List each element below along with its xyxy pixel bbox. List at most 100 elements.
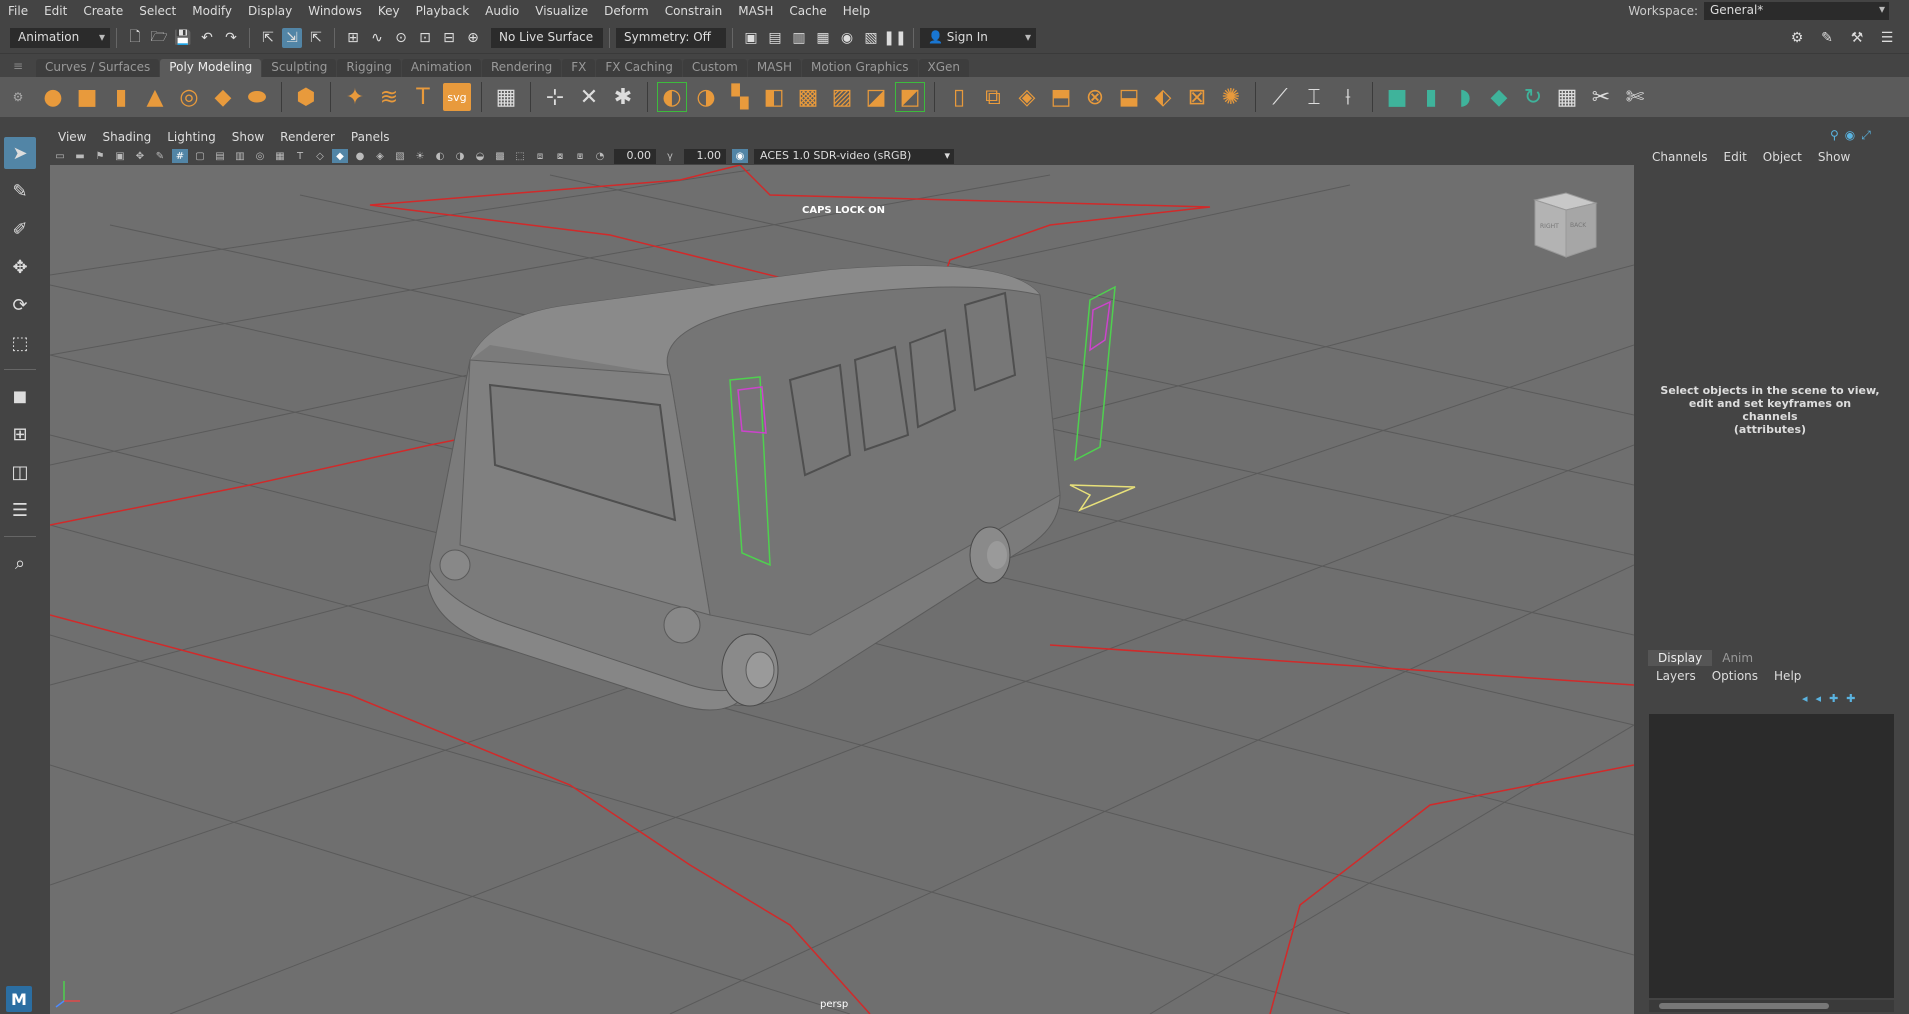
snap-surface-icon[interactable]: ⊟ [439,28,459,48]
resolution-gate-icon[interactable]: ▤ [212,149,228,163]
insert-edge-loop-icon[interactable]: ⌶ [1300,83,1328,111]
scrollbar-thumb[interactable] [1659,1003,1829,1009]
tab-poly-modeling[interactable]: Poly Modeling [160,59,262,77]
delete-history-icon[interactable]: ✕ [575,83,603,111]
menu-mash[interactable]: MASH [730,4,781,18]
move-layer-up-icon[interactable]: ◂ [1802,692,1808,705]
hypershade-icon[interactable]: ◉ [837,28,857,48]
snap-point-icon[interactable]: ⊙ [391,28,411,48]
menu-audio[interactable]: Audio [477,4,527,18]
menu-constrain[interactable]: Constrain [657,4,731,18]
menu-windows[interactable]: Windows [300,4,370,18]
reduce-icon[interactable]: ◪ [862,83,890,111]
wireframe-on-shaded-icon[interactable]: ◈ [372,149,388,163]
scale-tool-icon[interactable]: ⬚ [4,327,36,359]
menu-playback[interactable]: Playback [408,4,478,18]
poly-sphere-icon[interactable]: ● [39,83,67,111]
uv-automatic-icon[interactable]: ◆ [1485,83,1513,111]
uv-layout-icon[interactable]: ▦ [1553,83,1581,111]
layout-four-icon[interactable]: ⊞ [4,418,36,450]
separate-icon[interactable]: ◑ [692,83,720,111]
menu-key[interactable]: Key [370,4,408,18]
perspective-viewport[interactable]: RIGHT BACK CAPS LOCK ON persp [50,165,1634,1014]
gamma-field[interactable]: 1.00 [684,148,726,164]
menu-deform[interactable]: Deform [596,4,657,18]
tab-curves-surfaces[interactable]: Curves / Surfaces [36,59,160,77]
type-text-icon[interactable]: T [409,83,437,111]
tab-anim[interactable]: Anim [1712,650,1763,666]
safe-title-icon[interactable]: T [292,149,308,163]
tab-sculpting[interactable]: Sculpting [262,59,337,77]
paint-select-icon[interactable]: ✐ [4,213,36,245]
super-shape-icon[interactable]: ✦ [341,83,369,111]
channelbox-menu-channels[interactable]: Channels [1644,150,1716,164]
layer-scrollbar[interactable] [1649,1000,1894,1012]
ipr-render-icon[interactable]: ▥ [789,28,809,48]
xray-components-icon[interactable]: ⧆ [572,149,588,163]
tab-animation[interactable]: Animation [401,59,481,77]
gate-mask-icon[interactable]: ▥ [232,149,248,163]
shelf-options-icon[interactable]: ⚙ [0,90,36,104]
poly-cylinder-icon[interactable]: ▮ [107,83,135,111]
uv-planar-icon[interactable]: ■ [1383,83,1411,111]
center-pivot-icon[interactable]: ⊹ [541,83,569,111]
render-settings-icon[interactable]: ▦ [813,28,833,48]
select-object-icon[interactable]: ⇲ [282,27,302,48]
tab-fx-caching[interactable]: FX Caching [596,59,682,77]
gamma-icon[interactable]: γ [662,149,678,163]
workspace-dropdown[interactable]: General* [1704,2,1889,20]
mirror-icon[interactable]: ◧ [760,83,788,111]
xray-icon[interactable]: ⧈ [532,149,548,163]
wireframe-icon[interactable]: ◇ [312,149,328,163]
snap-view-icon[interactable]: ⊡ [415,28,435,48]
poly-disc-icon[interactable]: ⬬ [243,83,271,111]
film-gate-icon[interactable]: ▢ [192,149,208,163]
expand-icon[interactable]: ⤢ [1861,128,1871,143]
safe-action-icon[interactable]: ▦ [272,149,288,163]
xray-joints-icon[interactable]: ⧇ [552,149,568,163]
tab-custom[interactable]: Custom [682,59,747,77]
new-layer-icon[interactable]: ✚ [1829,692,1838,705]
menu-cache[interactable]: Cache [781,4,834,18]
target-weld-icon[interactable]: ⟊ [1334,83,1362,111]
menu-display[interactable]: Display [240,4,300,18]
shadows-icon[interactable]: ◐ [432,149,448,163]
snap-grid-icon[interactable]: ⊞ [343,28,363,48]
poly-plane-icon[interactable]: ◆ [209,83,237,111]
poke-icon[interactable]: ✺ [1217,83,1245,111]
sign-in-dropdown[interactable]: 👤 Sign In ▾ [920,27,1036,48]
append-icon[interactable]: ⬒ [1047,83,1075,111]
undo-icon[interactable]: ↶ [197,28,217,48]
menu-visualize[interactable]: Visualize [527,4,596,18]
view-cube[interactable]: RIGHT BACK [1533,192,1598,258]
smooth-shade-icon[interactable]: ◆ [332,149,348,163]
default-material-icon[interactable]: ● [352,149,368,163]
smooth-mesh-icon[interactable]: ▦ [492,83,520,111]
collapse-icon[interactable]: ⬖ [1149,83,1177,111]
select-hierarchy-icon[interactable]: ⇱ [258,28,278,48]
multi-cut-icon[interactable]: ⟋ [1266,83,1294,111]
bridge-icon[interactable]: ⧉ [979,83,1007,111]
new-scene-icon[interactable]: 🗋 [125,28,145,48]
move-tool-icon[interactable]: ✥ [4,251,36,283]
panel-menu-view[interactable]: View [50,130,94,144]
tab-rigging[interactable]: Rigging [337,59,401,77]
tree-icon[interactable]: ⚲ [1830,128,1839,143]
freeze-transform-icon[interactable]: ✱ [609,83,637,111]
render-view-icon[interactable]: ▣ [741,28,761,48]
menu-select[interactable]: Select [131,4,184,18]
outliner-icon[interactable]: ☰ [4,494,36,526]
anti-aliasing-icon[interactable]: ▩ [492,149,508,163]
eye-icon[interactable]: ◉ [1845,128,1855,143]
layer-menu-options[interactable]: Options [1704,669,1766,683]
modeling-toolkit-icon[interactable]: ⚙ [1787,28,1807,48]
layout-single-icon[interactable]: ◼ [4,380,36,412]
menu-edit[interactable]: Edit [36,4,75,18]
extract-icon[interactable]: ▚ [726,83,754,111]
grid-toggle-icon[interactable]: # [172,149,188,163]
bevel-icon[interactable]: ◈ [1013,83,1041,111]
menuset-dropdown[interactable]: Animation ▾ [10,27,110,48]
boolean-icon[interactable]: ▩ [794,83,822,111]
color-management-icon[interactable]: ◉ [732,149,748,163]
camera-attributes-icon[interactable]: ▬ [72,149,88,163]
